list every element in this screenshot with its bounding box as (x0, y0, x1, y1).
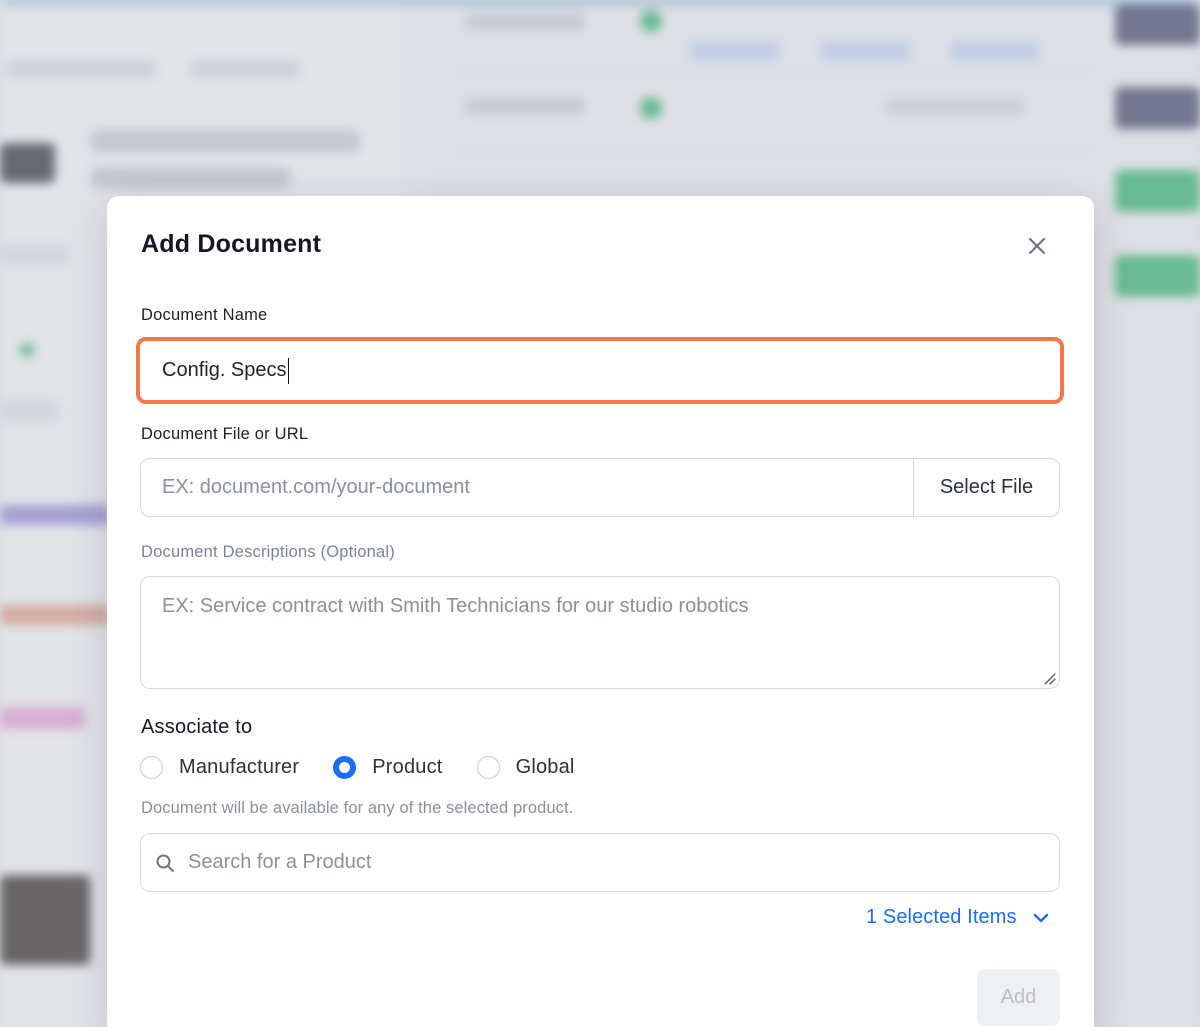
document-name-input[interactable]: Config. Specs (136, 337, 1064, 404)
radio-label: Manufacturer (179, 756, 300, 778)
associate-to-heading: Associate to (141, 716, 253, 738)
document-name-value: Config. Specs (162, 359, 287, 381)
select-file-button[interactable]: Select File (913, 459, 1059, 516)
description-label: Document Descriptions (Optional) (141, 543, 395, 561)
description-placeholder: EX: Service contract with Smith Technici… (162, 595, 749, 617)
radio-circle[interactable] (140, 756, 163, 779)
document-file-label: Document File or URL (141, 425, 309, 443)
selected-items-toggle[interactable]: 1 Selected Items (866, 906, 1049, 929)
radio-manufacturer[interactable]: Manufacturer (140, 756, 299, 779)
dialog-title: Add Document (141, 230, 322, 258)
product-search-input[interactable]: Search for a Product (140, 833, 1060, 892)
add-document-dialog: Add Document Document Name Config. Specs… (107, 196, 1094, 1027)
radio-label: Product (372, 756, 443, 778)
search-placeholder: Search for a Product (188, 851, 372, 873)
description-textarea[interactable]: EX: Service contract with Smith Technici… (140, 576, 1060, 689)
text-caret (287, 357, 290, 384)
add-button[interactable]: Add (977, 969, 1060, 1026)
selected-items-label: 1 Selected Items (866, 906, 1017, 928)
document-file-group: EX: document.com/your-document Select Fi… (140, 458, 1060, 517)
document-name-label: Document Name (141, 306, 268, 324)
resize-grip-icon[interactable] (1042, 671, 1056, 685)
radio-label: Global (515, 756, 575, 778)
radio-product[interactable]: Product (333, 756, 442, 779)
close-icon (1028, 237, 1046, 255)
radio-circle-checked[interactable] (333, 756, 357, 779)
radio-global[interactable]: Global (476, 756, 575, 779)
associate-radio-group: Manufacturer Product Global (140, 756, 609, 779)
document-url-input[interactable]: EX: document.com/your-document (141, 459, 913, 516)
chevron-down-icon (1033, 913, 1048, 922)
close-button[interactable] (1021, 230, 1053, 262)
associate-helper-text: Document will be available for any of th… (141, 799, 574, 817)
radio-circle[interactable] (476, 756, 500, 779)
search-icon (156, 854, 174, 872)
